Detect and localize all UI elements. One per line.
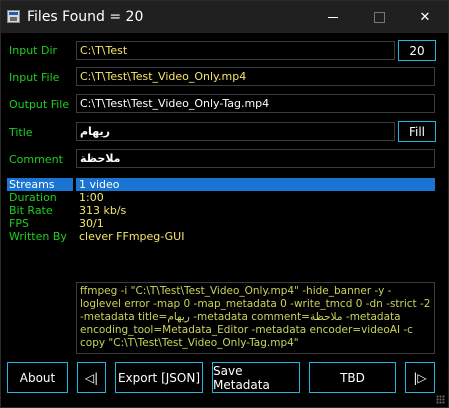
tbd-button[interactable]: TBD — [309, 362, 396, 393]
output-file-field[interactable]: C:\T\Test\Test_Video_Only-Tag.mp4 — [76, 94, 435, 113]
input-dir-field[interactable]: C:\T\Test — [76, 41, 395, 60]
duration-label: Duration — [9, 191, 57, 204]
minimize-icon — [328, 16, 338, 18]
input-file-field[interactable]: C:\T\Test\Test_Video_Only.mp4 — [76, 67, 435, 86]
fill-button[interactable]: Fill — [398, 121, 436, 142]
fps-label: FPS — [9, 217, 29, 230]
ffmpeg-command-textbox[interactable]: ffmpeg -i "C:\T\Test\Test_Video_Only.mp4… — [76, 282, 435, 354]
export-json-button[interactable]: Export [JSON] — [115, 362, 203, 393]
main-window: Files Found = 20 ✕ Input Dir C:\T\Test 2… — [0, 0, 449, 408]
title-label: Title — [9, 126, 33, 139]
streams-value: 1 video — [79, 178, 120, 191]
next-button[interactable]: |▷ — [405, 362, 435, 393]
output-file-label: Output File — [9, 98, 70, 111]
resize-grip[interactable] — [436, 395, 445, 404]
previous-button[interactable]: ◁| — [77, 362, 106, 393]
comment-field[interactable]: ملاحظة — [76, 149, 435, 168]
bitrate-value: 313 kb/s — [79, 204, 127, 217]
save-metadata-button[interactable]: Save Metadata — [212, 362, 300, 393]
window-title: Files Found = 20 — [27, 9, 144, 25]
input-dir-label: Input Dir — [9, 44, 58, 57]
close-button[interactable]: ✕ — [402, 1, 448, 33]
app-icon — [7, 10, 20, 23]
comment-label: Comment — [9, 153, 63, 166]
maximize-button[interactable] — [356, 1, 402, 33]
about-button[interactable]: About — [7, 362, 68, 393]
written-by-value: clever FFmpeg-GUI — [79, 230, 185, 243]
title-field[interactable]: ريهام — [76, 122, 395, 141]
maximize-icon — [373, 11, 385, 23]
file-count-button[interactable]: 20 — [398, 40, 436, 61]
written-by-label: Written By — [9, 230, 67, 243]
streams-value-highlight — [76, 178, 435, 191]
input-file-label: Input File — [9, 71, 60, 84]
streams-label: Streams — [9, 178, 55, 191]
title-bar[interactable]: Files Found = 20 ✕ — [1, 1, 448, 33]
close-icon: ✕ — [419, 9, 431, 24]
duration-value: 1:00 — [79, 191, 104, 204]
fps-value: 30/1 — [79, 217, 104, 230]
minimize-button[interactable] — [310, 1, 356, 33]
bitrate-label: Bit Rate — [9, 204, 53, 217]
